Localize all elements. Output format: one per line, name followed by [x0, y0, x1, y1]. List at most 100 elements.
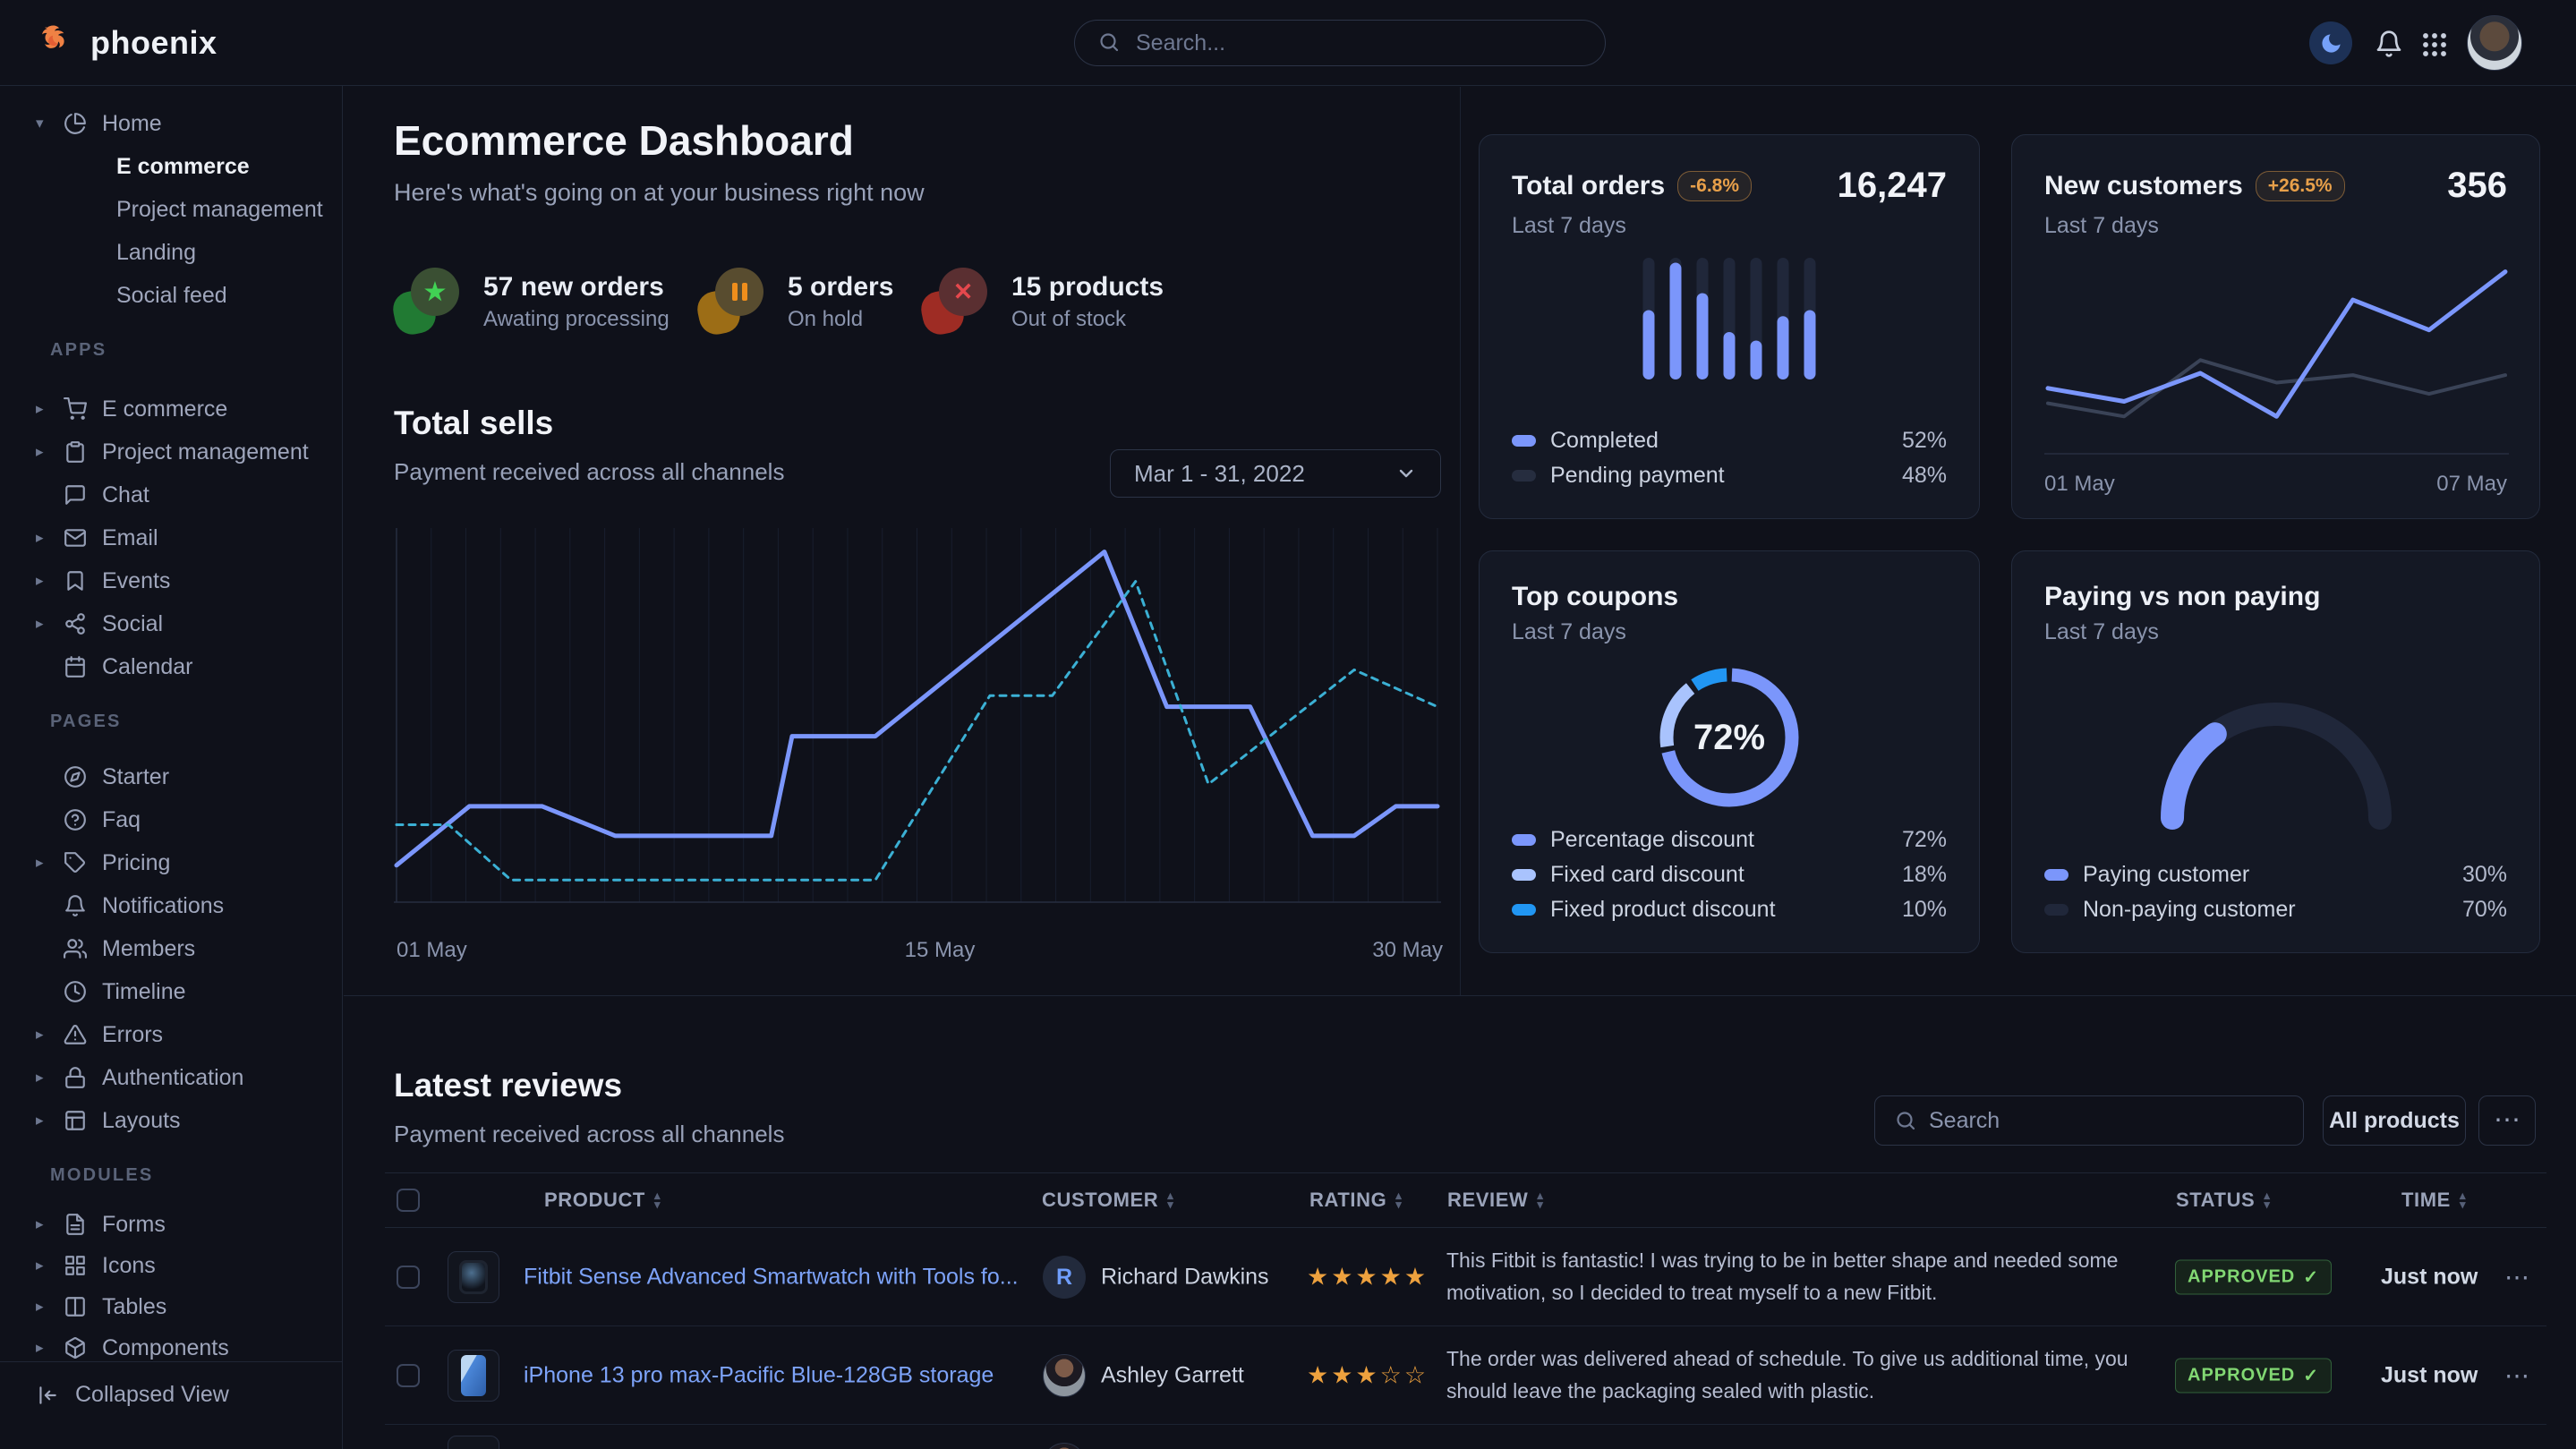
sidebar-item-label: Calendar: [102, 654, 192, 680]
sidebar-item-errors[interactable]: ▸Errors: [0, 1013, 342, 1056]
row-checkbox[interactable]: [397, 1266, 420, 1289]
column-header-product[interactable]: PRODUCT▴▾: [544, 1189, 661, 1212]
top-coupons-legend: Percentage discount72%Fixed card discoun…: [1512, 823, 1947, 927]
table-row: iPhone 13 pro max-Pacific Blue-128GB sto…: [385, 1326, 2546, 1425]
sidebar-item-chat[interactable]: Chat: [0, 473, 342, 516]
column-header-rating[interactable]: RATING▴▾: [1309, 1189, 1402, 1212]
total-sells-title: Total sells: [394, 405, 553, 442]
caret-right-icon: ▸: [36, 572, 63, 590]
clipboard-icon: [63, 440, 87, 465]
sidebar-item-starter[interactable]: Starter: [0, 755, 342, 798]
global-search-input[interactable]: [1136, 30, 1582, 56]
apps-grid-button[interactable]: [2417, 27, 2452, 63]
reviews-search[interactable]: [1874, 1095, 2304, 1146]
sidebar-item-events[interactable]: ▸Events: [0, 559, 342, 602]
pie-chart-icon: [63, 112, 87, 136]
product-link[interactable]: Fitbit Sense Advanced Smartwatch with To…: [524, 1264, 1019, 1290]
card-value: 356: [2447, 166, 2507, 206]
pie-chart-icon: [64, 112, 87, 135]
trend-badge: +26.5%: [2256, 171, 2345, 201]
layout-icon: [63, 1109, 87, 1133]
sidebar-item-icons[interactable]: ▸Icons: [0, 1245, 342, 1286]
column-header-status[interactable]: STATUS▴▾: [2176, 1189, 2270, 1212]
help-circle-icon: [64, 808, 87, 831]
column-header-customer[interactable]: CUSTOMER▴▾: [1042, 1189, 1173, 1212]
page-title: Ecommerce Dashboard: [394, 116, 854, 165]
product-thumbnail: [448, 1350, 499, 1402]
sidebar-subitem-e-commerce[interactable]: E commerce: [0, 145, 342, 188]
sidebar-item-notifications[interactable]: Notifications: [0, 884, 342, 927]
sidebar-subitem-social-feed[interactable]: Social feed: [0, 274, 342, 317]
reviews-more-button[interactable]: ⋯: [2478, 1095, 2536, 1146]
alert-triangle-icon: [64, 1023, 87, 1046]
spacer: [0, 1195, 342, 1204]
stat-on-hold: 5 ordersOn hold: [698, 261, 893, 342]
stat-star-icon: ★: [394, 268, 462, 336]
legend-value: 48%: [1902, 463, 1947, 489]
sidebar-item-project-management[interactable]: ▸Project management: [0, 430, 342, 473]
row-actions-button[interactable]: ⋯: [2504, 1360, 2529, 1390]
users-icon: [64, 937, 87, 960]
sidebar-section: Starter Faq ▸PricingNotifications Members Ti…: [0, 755, 342, 1142]
sidebar-item-social[interactable]: ▸Social: [0, 602, 342, 645]
clipboard-icon: [64, 440, 87, 464]
total-sells-subtitle: Payment received across all channels: [394, 458, 784, 486]
global-search[interactable]: [1074, 20, 1606, 66]
avatar-letter: R: [1043, 1256, 1086, 1299]
status-label: APPROVED: [2188, 1266, 2295, 1287]
notifications-button[interactable]: [2368, 23, 2410, 64]
column-header-review[interactable]: REVIEW▴▾: [1447, 1189, 1544, 1212]
sidebar-item-email[interactable]: ▸Email: [0, 516, 342, 559]
sidebar-item-authentication[interactable]: ▸Authentication: [0, 1056, 342, 1099]
sidebar-item-label: Members: [102, 936, 195, 962]
sidebar-item-forms[interactable]: ▸Forms: [0, 1204, 342, 1245]
search-icon: [1895, 1110, 1916, 1131]
sidebar-item-layouts[interactable]: ▸Layouts: [0, 1099, 342, 1142]
customer-avatar: [1043, 1354, 1086, 1397]
sidebar-item-label: Home: [102, 111, 162, 137]
reviews-search-input[interactable]: [1929, 1108, 2283, 1134]
collapsed-view-label: Collapsed View: [75, 1382, 229, 1408]
sidebar-item-components[interactable]: ▸Components: [0, 1327, 342, 1368]
legend-value: 30%: [2462, 862, 2507, 888]
message-square-icon: [64, 483, 87, 507]
stat-label: Out of stock: [1011, 307, 1164, 332]
user-avatar[interactable]: [2467, 15, 2522, 71]
column-header-time[interactable]: TIME▴▾: [2401, 1189, 2466, 1212]
sidebar-item-faq[interactable]: Faq: [0, 798, 342, 841]
package-icon: [63, 1336, 87, 1360]
collapsed-view-toggle[interactable]: Collapsed View: [36, 1382, 229, 1408]
sidebar-item-members[interactable]: Members: [0, 927, 342, 970]
sidebar-item-home[interactable]: ▾Home: [0, 102, 342, 145]
sidebar-item-e-commerce[interactable]: ▸E commerce: [0, 388, 342, 430]
brand[interactable]: phoenix: [36, 0, 218, 86]
product-image: [448, 1251, 499, 1303]
file-text-icon: [63, 1213, 87, 1237]
select-all-checkbox[interactable]: [397, 1189, 420, 1212]
sidebar-item-tables[interactable]: ▸Tables: [0, 1286, 342, 1327]
bookmark-icon: [64, 569, 87, 592]
sidebar-subitem-project-management[interactable]: Project management: [0, 188, 342, 231]
legend-swatch: [1512, 869, 1536, 881]
paying-gauge-chart: [2137, 684, 2415, 836]
date-range-select[interactable]: Mar 1 - 31, 2022: [1110, 449, 1441, 498]
theme-toggle-button[interactable]: [2309, 21, 2352, 64]
caret-right-icon: ▸: [36, 1339, 63, 1357]
sidebar-item-calendar[interactable]: Calendar: [0, 645, 342, 688]
stat-x-icon: ✕: [922, 268, 990, 336]
sidebar-item-timeline[interactable]: Timeline: [0, 970, 342, 1013]
sidebar-footer-divider: [0, 1361, 342, 1362]
sidebar-item-pricing[interactable]: ▸Pricing: [0, 841, 342, 884]
sidebar-subitem-landing[interactable]: Landing: [0, 231, 342, 274]
product-link[interactable]: iPhone 13 pro max-Pacific Blue-128GB sto…: [524, 1362, 994, 1388]
caret-right-icon: ▸: [36, 529, 63, 547]
grid-3x3-icon: [2423, 33, 2446, 56]
sidebar-item-label: Tables: [102, 1294, 166, 1320]
message-square-icon: [63, 483, 87, 507]
row-actions-button[interactable]: ⋯: [2504, 1262, 2529, 1291]
sidebar-item-label: Faq: [102, 807, 141, 833]
stat-value: 15 products: [1011, 272, 1164, 303]
legend-row-fixed-product-discount: Fixed product discount10%: [1512, 892, 1947, 927]
row-checkbox[interactable]: [397, 1364, 420, 1387]
all-products-filter-button[interactable]: All products: [2323, 1095, 2466, 1146]
